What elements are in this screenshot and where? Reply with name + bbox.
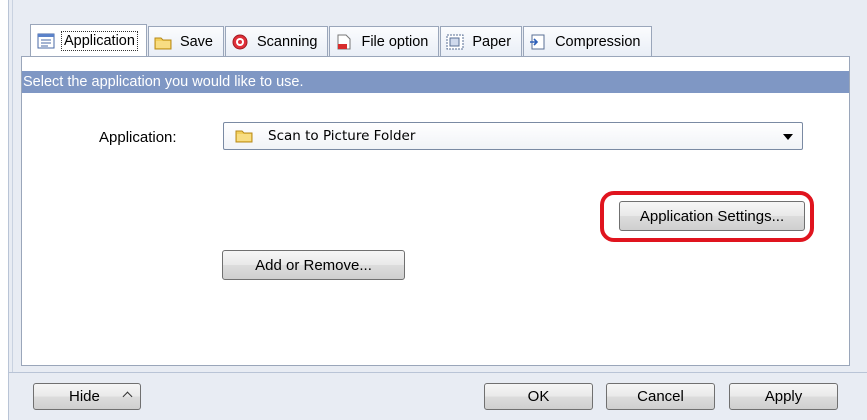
tab-application[interactable]: Application: [30, 24, 147, 57]
tab-label: Application: [61, 31, 138, 51]
paper-icon: [446, 34, 464, 50]
folder-icon: [235, 129, 253, 143]
compression-icon: [529, 34, 547, 50]
hide-button[interactable]: Hide: [33, 383, 141, 410]
add-or-remove-label: Add or Remove...: [255, 256, 372, 274]
tab-paper[interactable]: Paper: [440, 26, 523, 57]
footer-divider: [8, 372, 867, 373]
tab-scanning[interactable]: Scanning: [225, 26, 329, 57]
dropdown-arrow-icon[interactable]: [783, 134, 793, 140]
scanning-icon: [231, 34, 249, 50]
application-icon: [37, 33, 55, 49]
tab-label: Scanning: [257, 34, 318, 50]
tab-label: File option: [361, 34, 429, 50]
apply-button[interactable]: Apply: [729, 383, 838, 410]
folder-icon: [154, 34, 172, 50]
tab-save[interactable]: Save: [147, 26, 224, 57]
instruction-banner: Select the application you would like to…: [22, 71, 849, 93]
tab-label: Save: [179, 34, 213, 50]
tab-file-option[interactable]: File option: [329, 26, 440, 57]
cancel-label: Cancel: [637, 388, 684, 405]
tab-label: Compression: [555, 34, 641, 50]
application-label: Application:: [99, 129, 177, 146]
cancel-button[interactable]: Cancel: [606, 383, 715, 410]
ok-button[interactable]: OK: [484, 383, 593, 410]
application-select[interactable]: Scan to Picture Folder: [223, 122, 803, 150]
frame-divider: [12, 0, 13, 372]
tab-compression[interactable]: Compression: [523, 26, 652, 57]
chevron-up-icon: [122, 391, 133, 402]
apply-label: Apply: [764, 388, 803, 405]
file-option-icon: [335, 34, 353, 50]
application-select-value: Scan to Picture Folder: [268, 128, 416, 144]
add-or-remove-button[interactable]: Add or Remove...: [222, 250, 405, 280]
tab-strip: Application Save Scanning File option Pa…: [30, 23, 653, 57]
banner-text: Select the application you would like to…: [23, 74, 304, 90]
ok-label: OK: [527, 388, 550, 405]
tab-label: Paper: [472, 34, 512, 50]
hide-label: Hide: [69, 388, 100, 405]
highlight-circle: [600, 191, 814, 242]
